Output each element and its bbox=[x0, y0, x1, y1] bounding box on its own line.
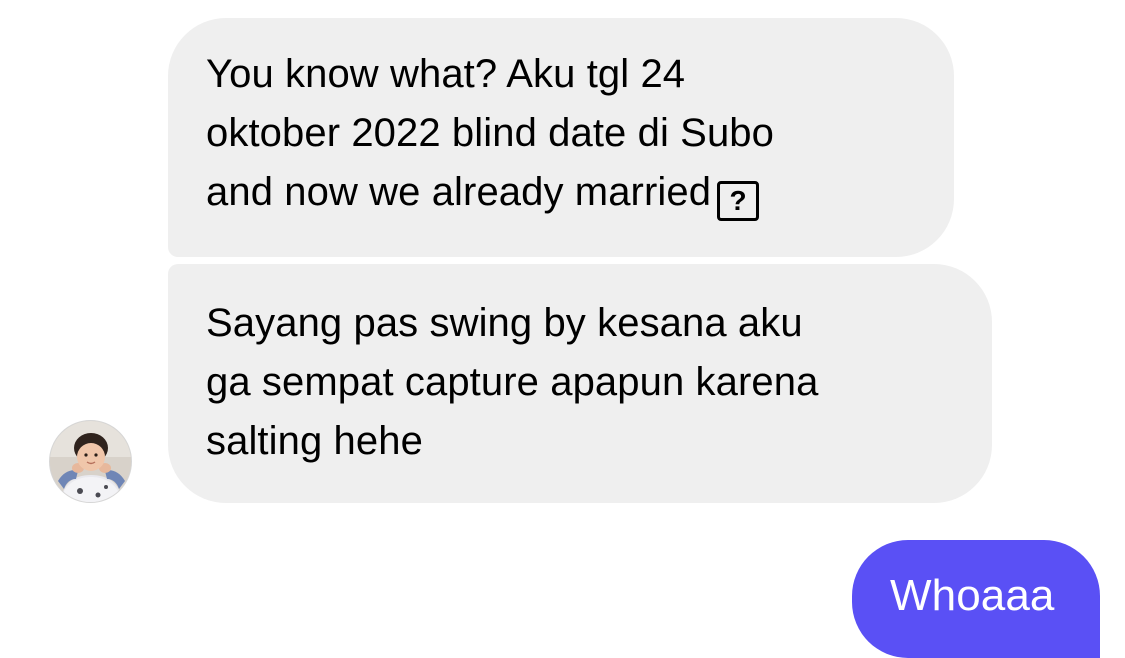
message-text-line: ga sempat capture apapun karena bbox=[206, 360, 819, 404]
child-photo-avatar-icon bbox=[50, 421, 131, 502]
message-text-line: You know what? Aku tgl 24 bbox=[206, 52, 686, 96]
message-text-line: oktober 2022 blind date di Subo bbox=[206, 111, 774, 155]
message-text-line: Sayang pas swing by kesana aku bbox=[206, 301, 803, 345]
outgoing-message-bubble[interactable]: Whoaaa bbox=[852, 540, 1100, 658]
incoming-message-bubble[interactable]: You know what? Aku tgl 24 oktober 2022 b… bbox=[168, 18, 954, 257]
message-text: Whoaaa bbox=[890, 571, 1055, 620]
message-text: and now we already married bbox=[206, 170, 712, 214]
incoming-message-bubble[interactable]: Sayang pas swing by kesana aku ga sempat… bbox=[168, 264, 992, 503]
unsupported-emoji-icon: ? bbox=[717, 181, 760, 221]
message-text-line: and now we already married? bbox=[206, 163, 934, 222]
message-text-line: salting hehe bbox=[206, 419, 423, 463]
sender-avatar[interactable] bbox=[49, 420, 132, 503]
